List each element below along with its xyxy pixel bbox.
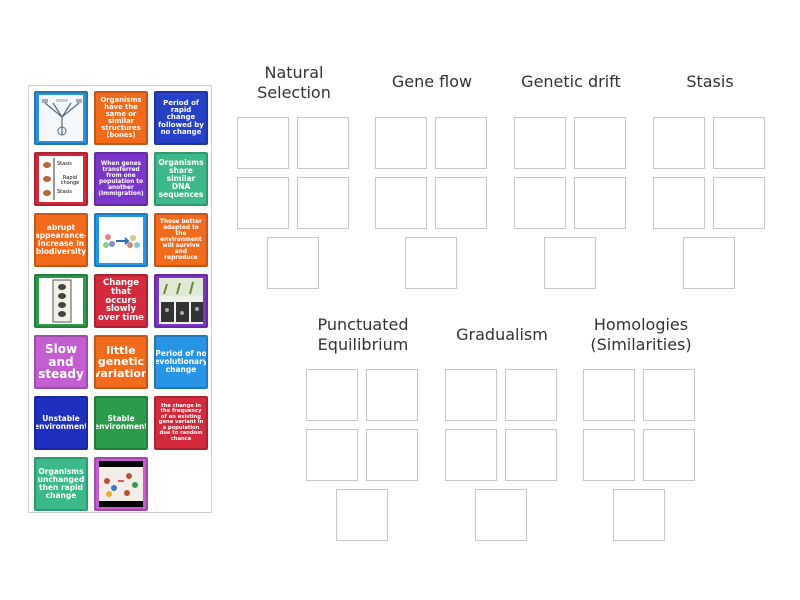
drop-slot-natural-selection[interactable]: [267, 237, 319, 289]
group-title-stasis: Stasis: [686, 72, 734, 91]
group-title-homologies: Homologies (Similarities): [590, 315, 692, 354]
drop-slot-gene-flow[interactable]: [375, 117, 427, 169]
group-title-gene-flow: Gene flow: [391, 72, 473, 91]
card-text: abrupt appearance- increase in biodivers…: [34, 223, 88, 256]
drop-slot-natural-selection[interactable]: [237, 117, 289, 169]
card-rapid-change[interactable]: Period of rapid change followed by no ch…: [154, 91, 208, 145]
card-text: Organisms have the same or similar struc…: [100, 95, 142, 140]
drop-slot-gradualism[interactable]: [445, 429, 497, 481]
card-gene-flow-image[interactable]: [94, 213, 148, 267]
drop-slot-natural-selection[interactable]: [297, 117, 349, 169]
card-text: Stable environment: [94, 414, 148, 431]
card-text: Organisms unchanged then rapid change: [37, 467, 85, 500]
group-title-gradualism: Gradualism: [456, 325, 548, 344]
card-text: Period of no evolutionary change: [154, 349, 208, 374]
drop-slot-punctuated-equilibrium[interactable]: [336, 489, 388, 541]
group-title-punctuated-equilibrium: Punctuated Equilibrium: [317, 315, 409, 354]
card-little-variation[interactable]: little genetic variation: [94, 335, 148, 389]
diagram-label: Stasis: [57, 161, 72, 167]
drop-slot-homologies[interactable]: [643, 429, 695, 481]
drop-slot-gradualism[interactable]: [445, 369, 497, 421]
group-title-natural-selection: Natural Selection: [257, 63, 331, 102]
card-no-change[interactable]: Period of no evolutionary change: [154, 335, 208, 389]
drop-slot-gradualism[interactable]: [475, 489, 527, 541]
card-text: Change that occurs slowly over time: [98, 277, 144, 324]
drop-slot-gene-flow[interactable]: [435, 117, 487, 169]
drop-slot-genetic-drift[interactable]: [574, 177, 626, 229]
drop-slot-homologies[interactable]: [583, 369, 635, 421]
drop-slot-stasis[interactable]: [683, 237, 735, 289]
card-text: Organisms share similar DNA sequences: [158, 158, 204, 199]
fossil-layers-icon: [39, 278, 83, 324]
card-population-photo[interactable]: [94, 457, 148, 511]
card-unchanged-then-rapid[interactable]: Organisms unchanged then rapid change: [34, 457, 88, 511]
gradual-change-illustration-icon: [159, 278, 203, 324]
drop-slot-stasis[interactable]: [713, 177, 765, 229]
card-evolution-tree[interactable]: [34, 91, 88, 145]
drop-slot-homologies[interactable]: [583, 429, 635, 481]
drop-slot-natural-selection[interactable]: [297, 177, 349, 229]
drop-slot-gene-flow[interactable]: [405, 237, 457, 289]
drop-slot-stasis[interactable]: [653, 177, 705, 229]
drop-slot-homologies[interactable]: [643, 369, 695, 421]
card-punctuated-diagram[interactable]: Stasis Rapid change Stasis: [34, 152, 88, 206]
card-text: Period of rapid change followed by no ch…: [158, 98, 204, 137]
drop-slot-genetic-drift[interactable]: [544, 237, 596, 289]
card-abrupt-appearance[interactable]: abrupt appearance- increase in biodivers…: [34, 213, 88, 267]
drop-slot-natural-selection[interactable]: [237, 177, 289, 229]
drop-slot-stasis[interactable]: [713, 117, 765, 169]
drop-slot-punctuated-equilibrium[interactable]: [306, 369, 358, 421]
drop-slot-genetic-drift[interactable]: [514, 117, 566, 169]
evolution-tree-diagram-icon: [39, 95, 83, 141]
population-photo-icon: [99, 461, 143, 507]
card-slow-change[interactable]: Change that occurs slowly over time: [94, 274, 148, 328]
card-text: When genes transferred from one populati…: [98, 160, 144, 198]
card-homologous-structures[interactable]: Organisms have the same or similar struc…: [94, 91, 148, 145]
card-text: the change in the frequency of an existi…: [158, 402, 204, 442]
card-gene-transfer[interactable]: When genes transferred from one populati…: [94, 152, 148, 206]
card-slow-and-steady[interactable]: Slow and steady: [34, 335, 88, 389]
group-title-genetic-drift: Genetic drift: [521, 72, 621, 91]
card-unstable-environment[interactable]: Unstable environment: [34, 396, 88, 450]
punctuated-equilibrium-diagram-icon: Stasis Rapid change Stasis: [39, 156, 83, 202]
drop-slot-stasis[interactable]: [653, 117, 705, 169]
card-random-chance[interactable]: the change in the frequency of an existi…: [154, 396, 208, 450]
drop-slot-homologies[interactable]: [613, 489, 665, 541]
drop-slot-punctuated-equilibrium[interactable]: [366, 429, 418, 481]
card-text: Unstable environment: [34, 414, 88, 431]
drop-slot-genetic-drift[interactable]: [574, 117, 626, 169]
drop-slot-gradualism[interactable]: [505, 429, 557, 481]
card-text: little genetic variation: [94, 343, 148, 380]
diagram-label: Rapid change: [60, 175, 80, 187]
card-text: Those better adapted to the environment …: [160, 218, 202, 262]
card-tray: Organisms have the same or similar struc…: [28, 85, 212, 513]
gene-flow-population-icon: [99, 217, 143, 263]
drop-slot-genetic-drift[interactable]: [514, 177, 566, 229]
drop-slot-punctuated-equilibrium[interactable]: [366, 369, 418, 421]
card-gradual-illustration[interactable]: [154, 274, 208, 328]
drop-slot-punctuated-equilibrium[interactable]: [306, 429, 358, 481]
card-better-adapted[interactable]: Those better adapted to the environment …: [154, 213, 208, 267]
card-fossil-layers[interactable]: [34, 274, 88, 328]
diagram-label: Stasis: [57, 189, 72, 195]
drop-slot-gene-flow[interactable]: [435, 177, 487, 229]
card-stable-environment[interactable]: Stable environment: [94, 396, 148, 450]
card-text: Slow and steady: [38, 342, 84, 382]
drop-slot-gradualism[interactable]: [505, 369, 557, 421]
card-dna-sequences[interactable]: Organisms share similar DNA sequences: [154, 152, 208, 206]
drop-slot-gene-flow[interactable]: [375, 177, 427, 229]
